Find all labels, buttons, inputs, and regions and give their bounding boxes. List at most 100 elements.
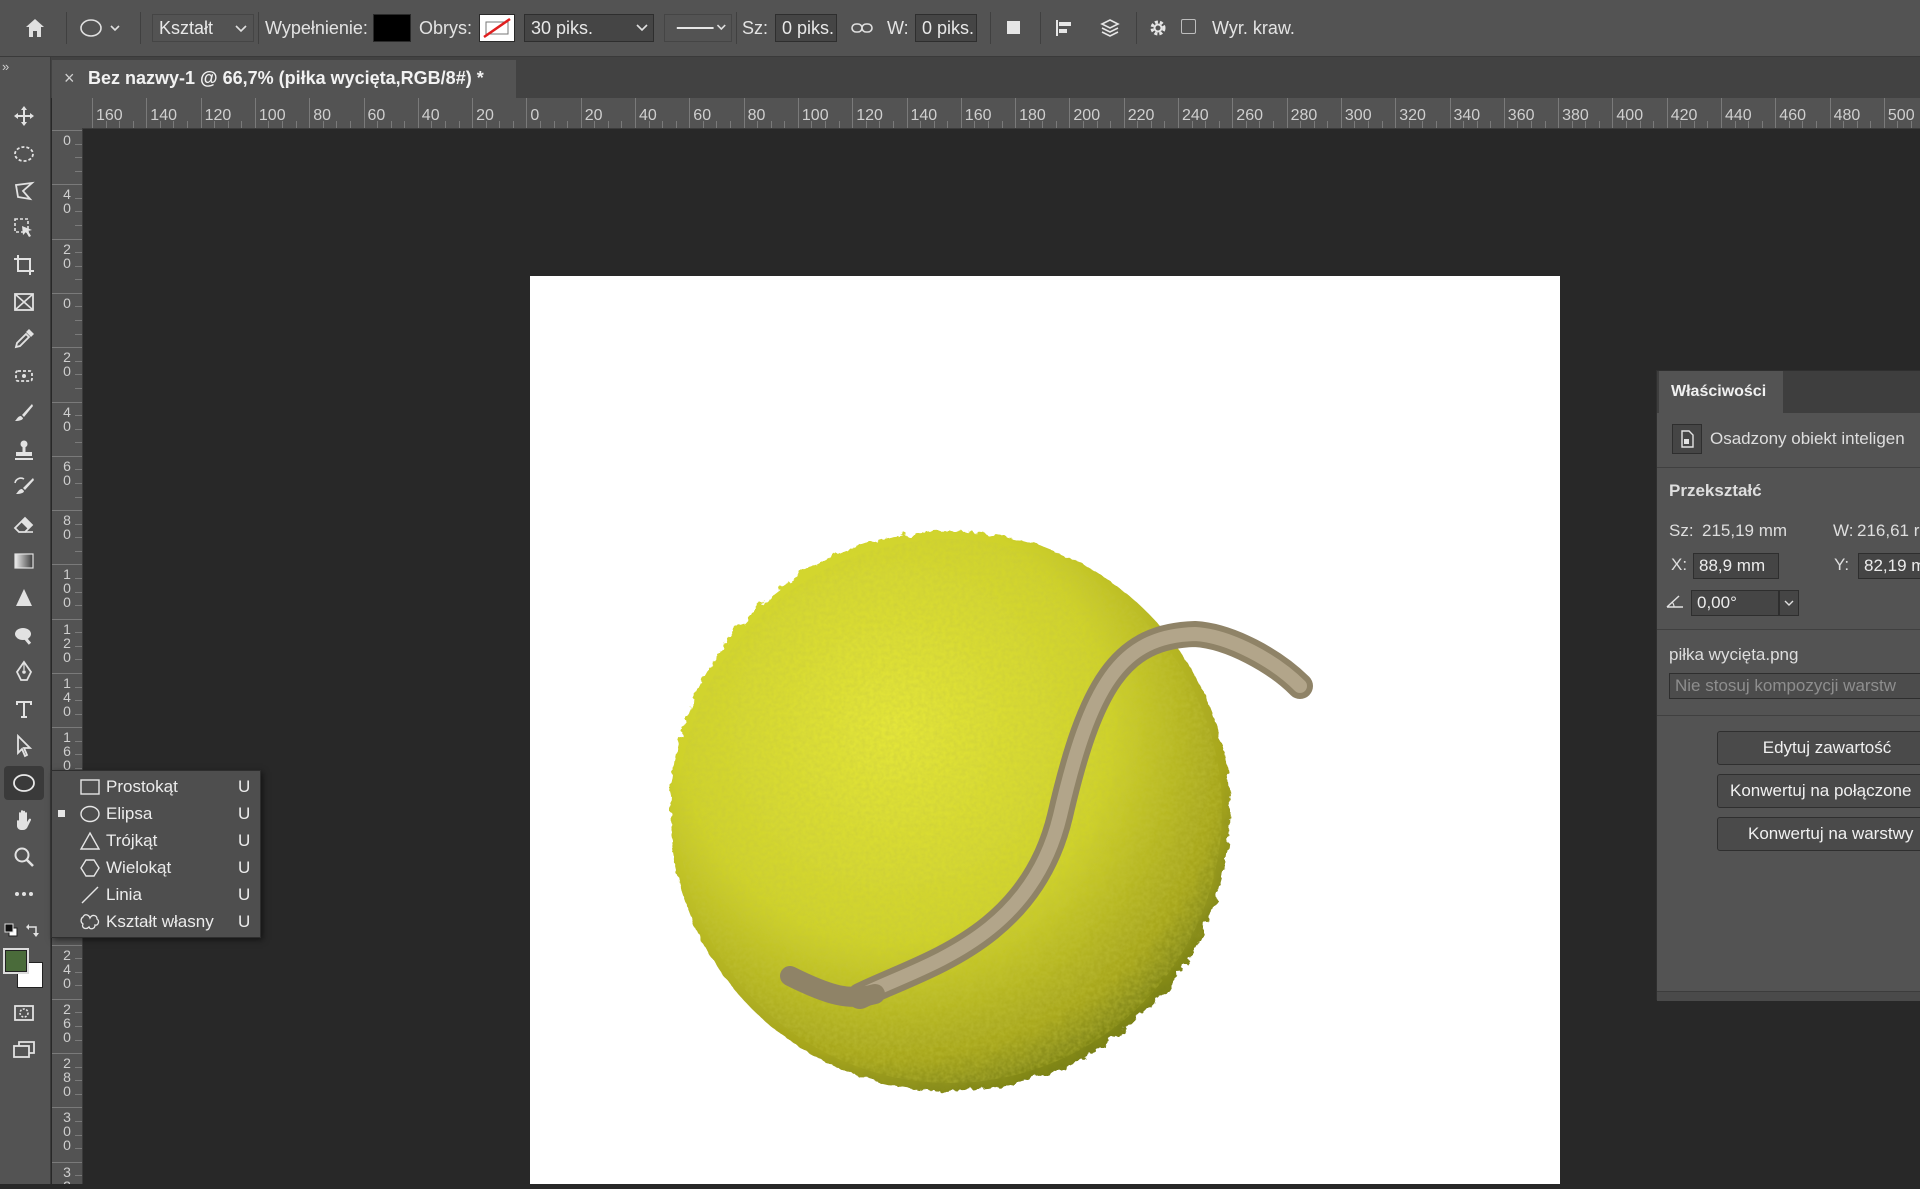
tool-preset-picker[interactable] [78,12,126,44]
ruler-tick [1015,98,1017,128]
height-field[interactable]: 0 piks. [915,14,977,42]
convert-layers-button[interactable]: Konwertuj na warstwy [1717,817,1920,851]
clone-stamp-tool-icon[interactable] [4,433,44,467]
width-value[interactable]: 215,19 mm [1702,521,1787,541]
flyout-item-triangle[interactable]: Trójkąt U [52,827,260,854]
zoom-tool-icon[interactable] [4,840,44,874]
spot-healing-tool-icon[interactable] [4,359,44,393]
ruler-minor-tick [75,496,82,498]
document-tab[interactable]: × Bez nazwy-1 @ 66,7% (piłka wycięta,RGB… [52,60,516,98]
pen-tool-icon[interactable] [4,655,44,689]
collapse-toolbar-icon[interactable]: » [2,59,9,74]
height-value[interactable]: 216,61 r [1857,521,1919,541]
link-icon[interactable] [846,12,878,44]
angle-dropdown[interactable] [1779,590,1799,616]
height-label: W: [887,17,909,38]
more-tools-icon[interactable] [4,877,44,911]
ruler-label: 0 [63,703,71,719]
screen-mode-icon[interactable] [4,1033,44,1067]
gear-icon[interactable] [1142,12,1174,44]
flyout-item-polygon[interactable]: Wielokąt U [52,854,260,881]
dodge-tool-icon[interactable] [4,618,44,652]
chevron-down-icon [636,24,648,32]
layer-comp-select[interactable]: Nie stosuj kompozycji warstw [1669,673,1920,699]
elliptical-marquee-tool-icon[interactable] [4,137,44,171]
fill-swatch[interactable] [373,14,411,42]
ruler-label: 1 [63,620,71,637]
flyout-item-line[interactable]: Linia U [52,881,260,908]
edit-contents-button[interactable]: Edytuj zawartość [1717,731,1920,765]
ruler-label: 20 [584,107,603,124]
x-value: 88,9 mm [1699,556,1766,575]
move-tool-icon[interactable] [4,99,44,133]
gradient-tool-icon[interactable] [4,544,44,578]
line-icon [79,884,101,906]
blur-tool-icon[interactable] [4,581,44,615]
type-tool-icon[interactable] [4,692,44,726]
ruler-label: 0 [63,1123,71,1140]
ruler-label: 80 [747,107,766,124]
eyedropper-tool-icon[interactable] [4,322,44,356]
x-label: X: [1671,555,1688,574]
ruler-label: 200 [1073,107,1101,124]
hand-tool-icon[interactable] [4,803,44,837]
swap-colors-icon[interactable] [26,923,42,942]
stroke-type-select[interactable] [664,14,732,42]
quick-mask-icon[interactable] [4,996,44,1030]
width-field[interactable]: 0 piks. [775,14,837,42]
foreground-color-swatch[interactable] [3,948,29,974]
flyout-item-ellipse[interactable]: Elipsa U [52,800,260,827]
document-canvas[interactable] [530,276,1560,1184]
ruler-tick [52,130,82,131]
ellipse-tool-icon[interactable] [4,766,44,800]
ruler-minor-tick [947,121,949,128]
align-edges-checkbox[interactable] [1181,19,1196,34]
path-operations-icon[interactable] [998,12,1030,44]
flyout-item-rectangle[interactable]: Prostokąt U [52,773,260,800]
path-alignment-icon[interactable] [1048,12,1080,44]
eraser-tool-icon[interactable] [4,507,44,541]
ruler-minor-tick [75,1039,82,1041]
stroke-swatch[interactable] [479,14,515,42]
flyout-item-custom-shape[interactable]: Kształt własny U [52,908,260,935]
y-field[interactable]: 82,19 m [1858,553,1920,579]
path-selection-tool-icon[interactable] [4,729,44,763]
ruler-label: 2 [63,240,71,257]
ruler-minor-tick [75,577,82,579]
ruler-minor-tick [75,279,82,281]
path-arrangement-icon[interactable] [1094,12,1126,44]
ruler-minor-tick [512,121,514,128]
panel-resize-bar[interactable] [1657,991,1920,1001]
close-tab-icon[interactable]: × [64,68,75,89]
ruler-label: 1 [63,566,71,583]
brush-tool-icon[interactable] [4,396,44,430]
ruler-minor-tick [838,121,840,128]
convert-linked-button[interactable]: Konwertuj na połączone [1717,774,1920,808]
ruler-label: 6 [63,1014,71,1031]
home-icon[interactable] [19,12,51,44]
tools-panel: » [0,57,51,1184]
object-selection-tool-icon[interactable] [4,211,44,245]
angle-field[interactable]: 0,00° [1691,590,1779,616]
tab-properties[interactable]: Właściwości [1659,371,1783,413]
x-field[interactable]: 88,9 mm [1693,553,1779,579]
mode-select[interactable]: Kształt [152,14,254,42]
ruler-label: 60 [693,107,712,124]
no-stroke-icon [483,17,511,39]
ruler-tick [526,98,528,128]
ruler-label: 120 [856,107,883,124]
lasso-tool-icon[interactable] [4,174,44,208]
ruler-minor-tick [75,740,82,742]
stroke-width-value: 30 piks. [531,17,594,38]
horizontal-ruler: 160 140 120 100 80 60 40 20 0 20 40 60 80 100 120 140 16… [52,98,1920,129]
frame-tool-icon[interactable] [4,285,44,319]
ruler-label: 400 [1616,107,1644,124]
stroke-width-field[interactable]: 30 piks. [524,14,654,42]
default-colors-icon[interactable] [4,923,18,942]
ruler-label: 0 [63,363,71,380]
crop-tool-icon[interactable] [4,248,44,282]
ruler-minor-tick [75,428,82,430]
history-brush-tool-icon[interactable] [4,470,44,504]
stroke-line-icon [676,24,726,31]
ruler-label: 8 [63,512,71,529]
